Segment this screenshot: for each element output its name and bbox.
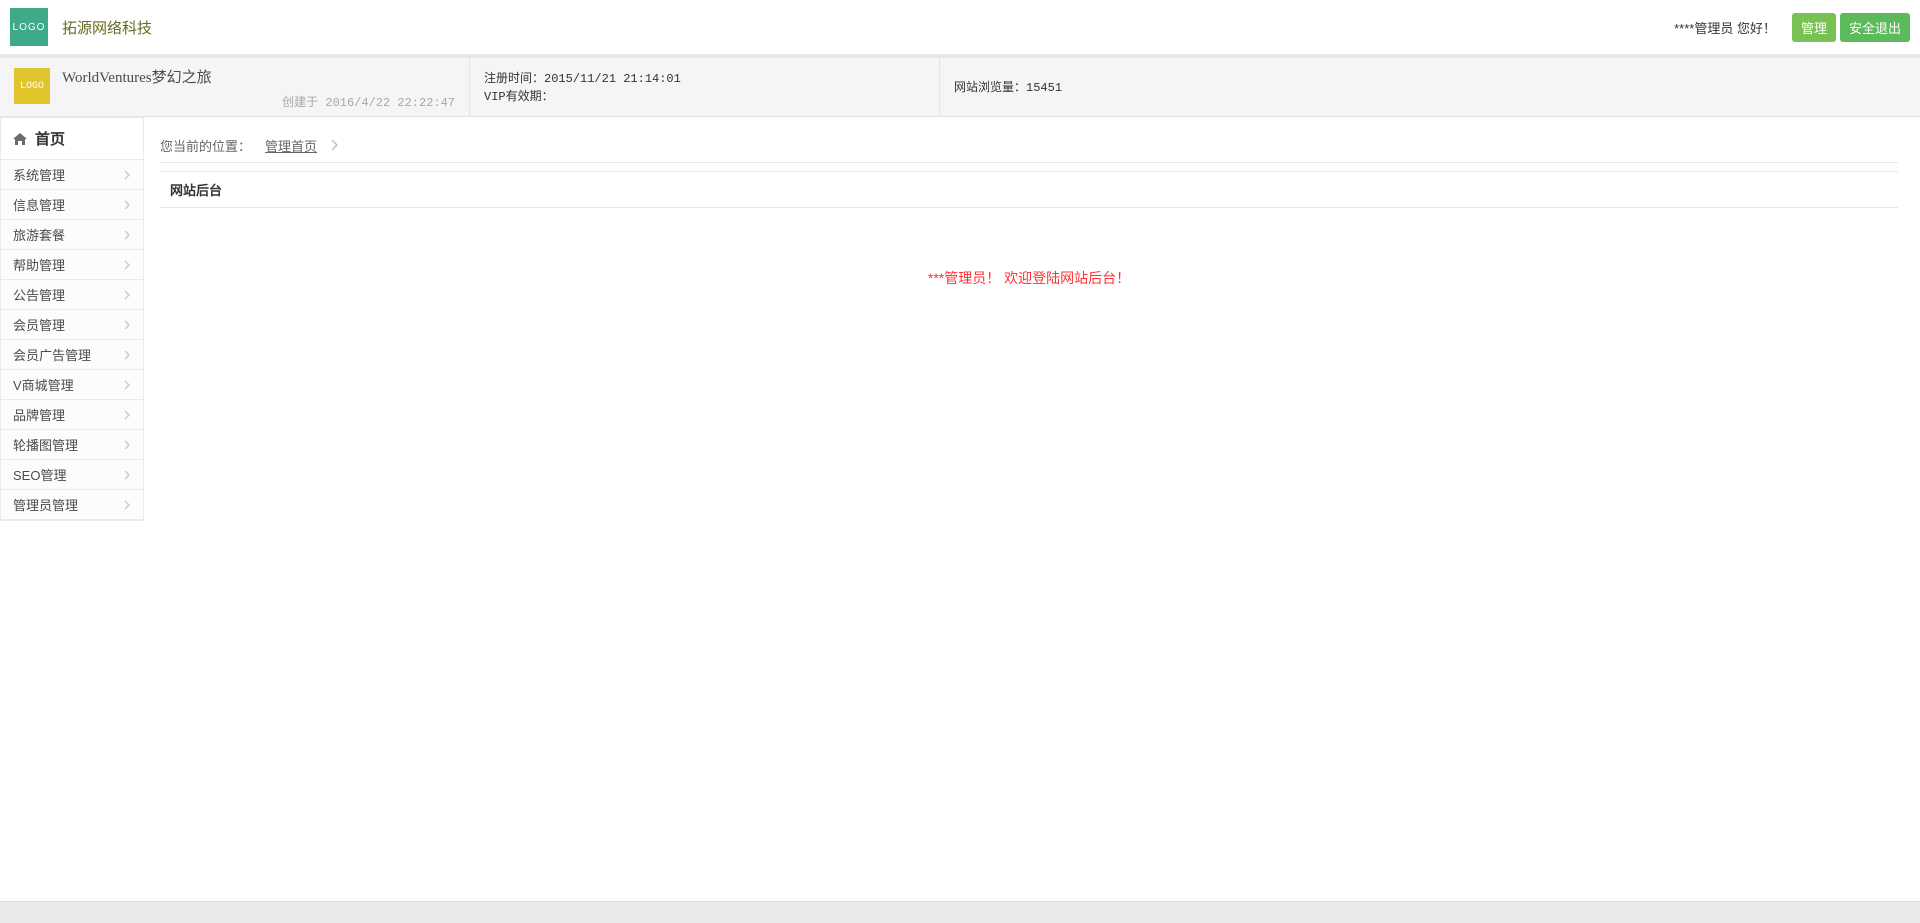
created-label: 创建于	[282, 96, 318, 110]
sidebar-item-label: 品牌管理	[13, 405, 65, 424]
brand-logo-text: LOGO	[13, 22, 46, 33]
site-title: WorldVentures梦幻之旅	[62, 66, 455, 87]
sidebar-item-10[interactable]: SEO管理	[1, 460, 143, 490]
sidebar-item-label: 轮播图管理	[13, 435, 78, 454]
chevron-right-icon	[331, 138, 338, 153]
sidebar-item-label: SEO管理	[13, 465, 66, 484]
sidebar-item-label: 会员广告管理	[13, 345, 91, 364]
site-created-at: 创建于 2016/4/22 22:22:47	[282, 93, 455, 110]
created-value: 2016/4/22 22:22:47	[325, 96, 455, 110]
sidebar-item-label: 旅游套餐	[13, 225, 65, 244]
sidebar-menu-list: 系统管理信息管理旅游套餐帮助管理公告管理会员管理会员广告管理 V商城管理品牌管理轮…	[1, 160, 143, 520]
sidebar-item-5[interactable]: 会员管理	[1, 310, 143, 340]
chevron-right-icon	[124, 200, 131, 210]
admin-greeting: ****管理员 您好！	[1674, 18, 1776, 37]
sidebar-home[interactable]: 首页	[1, 118, 143, 160]
sidebar-home-label: 首页	[35, 128, 65, 149]
top-header: LOGO 拓源网络科技 ****管理员 您好！ 管理 安全退出	[0, 0, 1920, 58]
sidebar-item-2[interactable]: 旅游套餐	[1, 220, 143, 250]
views-label: 网站浏览量：	[954, 81, 1026, 95]
info-col-views: 网站浏览量：15451	[940, 58, 1920, 116]
content-area: 您当前的位置： 管理首页 网站后台 ***管理员！ 欢迎登陆网站后台！	[144, 117, 1920, 901]
sidebar-item-0[interactable]: 系统管理	[1, 160, 143, 190]
register-label: 注册时间：	[484, 72, 544, 86]
sidebar-item-label: 帮助管理	[13, 255, 65, 274]
views-line: 网站浏览量：15451	[954, 79, 1906, 97]
panel-title: 网站后台	[160, 172, 1898, 208]
sidebar: 首页 系统管理信息管理旅游套餐帮助管理公告管理会员管理会员广告管理 V商城管理品牌…	[0, 117, 144, 901]
panel: 网站后台 ***管理员！ 欢迎登陆网站后台！	[160, 171, 1898, 348]
vip-line: VIP有效期：	[484, 88, 925, 106]
info-col-register: 注册时间：2015/11/21 21:14:01 VIP有效期：	[470, 58, 940, 116]
register-value: 2015/11/21 21:14:01	[544, 72, 681, 86]
breadcrumb: 您当前的位置： 管理首页	[160, 129, 1898, 163]
chevron-right-icon	[124, 500, 131, 510]
breadcrumb-prefix: 您当前的位置：	[160, 136, 251, 155]
brand-logo-tile: LOGO	[10, 8, 48, 46]
sidebar-item-label: 会员管理	[13, 315, 65, 334]
sidebar-wrap: 首页 系统管理信息管理旅游套餐帮助管理公告管理会员管理会员广告管理 V商城管理品牌…	[0, 117, 144, 521]
chevron-right-icon	[124, 260, 131, 270]
info-bar: LOGO WorldVentures梦幻之旅 创建于 2016/4/22 22:…	[0, 58, 1920, 117]
sidebar-item-label: V商城管理	[13, 375, 74, 394]
info-col-site: LOGO WorldVentures梦幻之旅 创建于 2016/4/22 22:…	[0, 58, 470, 116]
sidebar-item-label: 系统管理	[13, 165, 65, 184]
sidebar-item-7[interactable]: V商城管理	[1, 370, 143, 400]
chevron-right-icon	[124, 170, 131, 180]
brand-name: 拓源网络科技	[62, 17, 152, 38]
chevron-right-icon	[124, 410, 131, 420]
main-area: 首页 系统管理信息管理旅游套餐帮助管理公告管理会员管理会员广告管理 V商城管理品牌…	[0, 117, 1920, 901]
sidebar-item-label: 管理员管理	[13, 495, 78, 514]
vip-label: VIP有效期：	[484, 90, 554, 104]
sidebar-item-label: 信息管理	[13, 195, 65, 214]
info-site-body: WorldVentures梦幻之旅 创建于 2016/4/22 22:22:47	[62, 66, 455, 110]
home-icon	[13, 133, 27, 145]
chevron-right-icon	[124, 320, 131, 330]
chevron-right-icon	[124, 440, 131, 450]
chevron-right-icon	[124, 380, 131, 390]
panel-welcome: ***管理员！ 欢迎登陆网站后台！	[160, 208, 1898, 348]
sidebar-item-4[interactable]: 公告管理	[1, 280, 143, 310]
chevron-right-icon	[124, 470, 131, 480]
sidebar-item-label: 公告管理	[13, 285, 65, 304]
logout-button[interactable]: 安全退出	[1840, 13, 1910, 42]
footer-bar	[0, 901, 1920, 923]
chevron-right-icon	[124, 350, 131, 360]
sidebar-item-9[interactable]: 轮播图管理	[1, 430, 143, 460]
chevron-right-icon	[124, 290, 131, 300]
site-logo-tile: LOGO	[14, 68, 50, 104]
sidebar-item-6[interactable]: 会员广告管理	[1, 340, 143, 370]
site-logo-text: LOGO	[20, 81, 44, 92]
views-value: 15451	[1026, 81, 1062, 95]
breadcrumb-current[interactable]: 管理首页	[265, 136, 317, 155]
register-line: 注册时间：2015/11/21 21:14:01	[484, 70, 925, 88]
sidebar-item-3[interactable]: 帮助管理	[1, 250, 143, 280]
manage-button[interactable]: 管理	[1792, 13, 1836, 42]
chevron-right-icon	[124, 230, 131, 240]
sidebar-item-1[interactable]: 信息管理	[1, 190, 143, 220]
sidebar-item-8[interactable]: 品牌管理	[1, 400, 143, 430]
sidebar-item-11[interactable]: 管理员管理	[1, 490, 143, 520]
